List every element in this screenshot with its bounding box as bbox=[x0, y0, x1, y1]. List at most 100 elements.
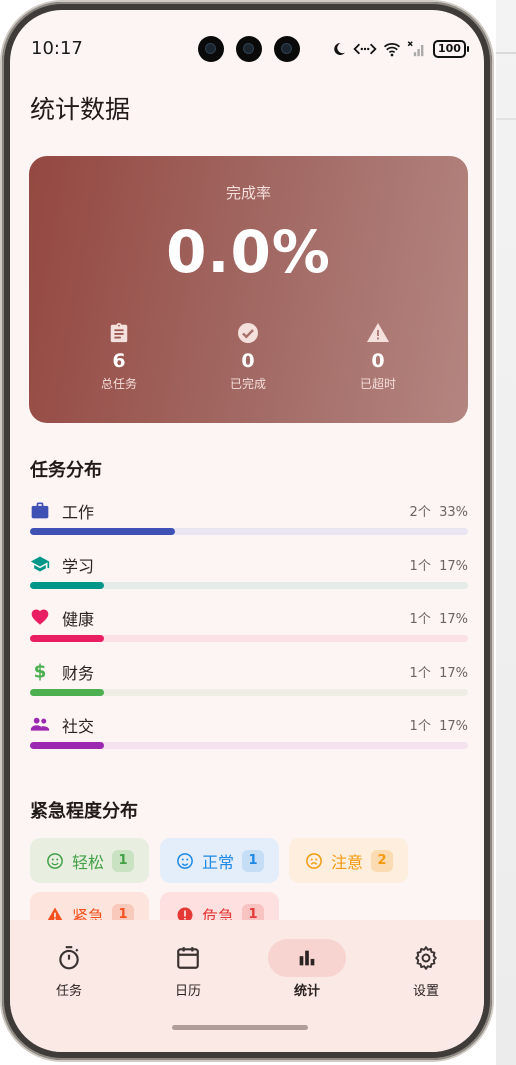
completion-rate-label: 完成率 bbox=[225, 184, 271, 202]
urgency-chip-relaxed[interactable]: 轻松 1 bbox=[30, 838, 149, 883]
stat-value: 6 bbox=[112, 350, 126, 372]
category-count: 1个 bbox=[409, 666, 431, 681]
warning-icon bbox=[367, 323, 389, 342]
background-divider bbox=[496, 52, 516, 54]
category-name: 工作 bbox=[62, 503, 95, 522]
category-name: 社交 bbox=[62, 717, 95, 736]
camera-icon bbox=[274, 36, 300, 62]
status-time: 10:17 bbox=[31, 38, 83, 59]
category-name: 健康 bbox=[62, 610, 95, 629]
category-stats: 1个 17% bbox=[410, 608, 468, 627]
stat-value: 0 bbox=[371, 350, 385, 372]
bottom-navigation: 任务 日历 统计 设置 bbox=[10, 920, 484, 1052]
stat-value: 0 bbox=[241, 350, 255, 372]
category-row-study: 学习 1个 17% bbox=[30, 553, 468, 593]
urgency-label: 正常 bbox=[202, 852, 235, 872]
progress-track bbox=[30, 742, 468, 749]
school-icon bbox=[30, 556, 50, 572]
progress-track bbox=[30, 689, 468, 696]
heart-icon bbox=[31, 609, 49, 625]
stat-label: 已完成 bbox=[229, 377, 266, 391]
dollar-icon: $ bbox=[34, 662, 47, 681]
category-count: 1个 bbox=[409, 612, 431, 627]
camera-icon bbox=[198, 36, 224, 62]
category-percent: 33% bbox=[439, 505, 468, 520]
progress-fill bbox=[30, 742, 105, 749]
nav-label: 日历 bbox=[174, 984, 201, 999]
category-percent: 17% bbox=[439, 559, 468, 574]
background-window bbox=[496, 0, 516, 1065]
neutral-face-icon bbox=[177, 852, 193, 869]
nav-label: 任务 bbox=[55, 984, 82, 999]
urgency-title: 紧急程度分布 bbox=[30, 801, 138, 822]
battery-icon: 100 bbox=[433, 40, 469, 58]
completion-summary-card: 完成率 0.0% 6 总任务 0 已完成 0 已超时 bbox=[29, 156, 468, 423]
background-divider bbox=[496, 118, 516, 120]
progress-track bbox=[30, 528, 468, 535]
wifi-icon bbox=[383, 43, 401, 57]
status-bar: 10:17 100 bbox=[10, 10, 484, 90]
page-title: 统计数据 bbox=[30, 95, 131, 124]
progress-fill bbox=[30, 689, 105, 696]
people-icon bbox=[30, 717, 50, 731]
nav-label: 设置 bbox=[412, 984, 439, 999]
urgency-label: 注意 bbox=[331, 852, 364, 872]
stat-label: 已超时 bbox=[359, 377, 396, 391]
svg-text:$: $ bbox=[34, 662, 47, 681]
moon-icon bbox=[334, 42, 345, 55]
category-row-social: 社交 1个 17% bbox=[30, 713, 468, 753]
nav-item-statistics[interactable]: 统计 bbox=[248, 938, 366, 999]
gear-icon bbox=[415, 946, 437, 970]
status-icons: 100 bbox=[331, 39, 469, 59]
urgency-chip-normal[interactable]: 正常 1 bbox=[160, 838, 279, 883]
progress-fill bbox=[30, 635, 105, 642]
camera-icon bbox=[236, 36, 262, 62]
progress-fill bbox=[30, 528, 175, 535]
progress-track bbox=[30, 635, 468, 642]
category-percent: 17% bbox=[439, 719, 468, 734]
urgency-count-badge: 1 bbox=[242, 849, 265, 872]
category-stats: 2个 33% bbox=[410, 501, 468, 520]
urgency-count-badge: 2 bbox=[371, 849, 394, 872]
category-count: 1个 bbox=[409, 719, 431, 734]
category-name: 学习 bbox=[62, 557, 95, 576]
distribution-title: 任务分布 bbox=[30, 460, 102, 481]
calendar-icon bbox=[177, 947, 199, 969]
clipboard-icon bbox=[110, 322, 128, 343]
category-row-work: 工作 2个 33% bbox=[30, 499, 468, 539]
urgency-count-badge: 1 bbox=[112, 849, 135, 872]
stat-total-tasks: 6 总任务 bbox=[59, 321, 179, 392]
smile-icon bbox=[47, 852, 63, 869]
home-indicator[interactable] bbox=[172, 1025, 308, 1030]
check-circle-icon bbox=[238, 323, 258, 343]
nav-label: 统计 bbox=[293, 984, 320, 999]
data-transfer-icon bbox=[353, 43, 377, 55]
timer-icon bbox=[59, 946, 79, 970]
urgency-label: 轻松 bbox=[72, 852, 105, 872]
no-signal-icon bbox=[407, 41, 424, 57]
nav-item-calendar[interactable]: 日历 bbox=[129, 938, 247, 999]
category-percent: 17% bbox=[439, 612, 468, 627]
category-stats: 1个 17% bbox=[410, 662, 468, 681]
phone-frame: 10:17 100 统计数据 完成率 0.0% 6 总任务 0 已完成 0 已超… bbox=[2, 2, 492, 1060]
category-percent: 17% bbox=[439, 666, 468, 681]
stat-completed: 0 已完成 bbox=[188, 321, 308, 392]
category-name: 财务 bbox=[62, 664, 95, 683]
category-stats: 1个 17% bbox=[410, 555, 468, 574]
category-count: 2个 bbox=[409, 505, 431, 520]
briefcase-icon bbox=[31, 502, 49, 519]
progress-track bbox=[30, 582, 468, 589]
urgency-chip-attention[interactable]: 注意 2 bbox=[289, 838, 408, 883]
completion-rate-value: 0.0% bbox=[166, 218, 331, 286]
nav-item-tasks[interactable]: 任务 bbox=[10, 938, 128, 999]
category-stats: 1个 17% bbox=[410, 715, 468, 734]
category-row-health: 健康 1个 17% bbox=[30, 606, 468, 646]
stat-label: 总任务 bbox=[100, 377, 137, 391]
nav-active-indicator bbox=[268, 939, 346, 977]
nav-item-settings[interactable]: 设置 bbox=[367, 938, 484, 999]
category-count: 1个 bbox=[409, 559, 431, 574]
progress-fill bbox=[30, 582, 105, 589]
bar-chart-icon bbox=[299, 950, 315, 966]
stat-overdue: 0 已超时 bbox=[318, 321, 438, 392]
category-row-finance: $ 财务 1个 17% bbox=[30, 660, 468, 700]
